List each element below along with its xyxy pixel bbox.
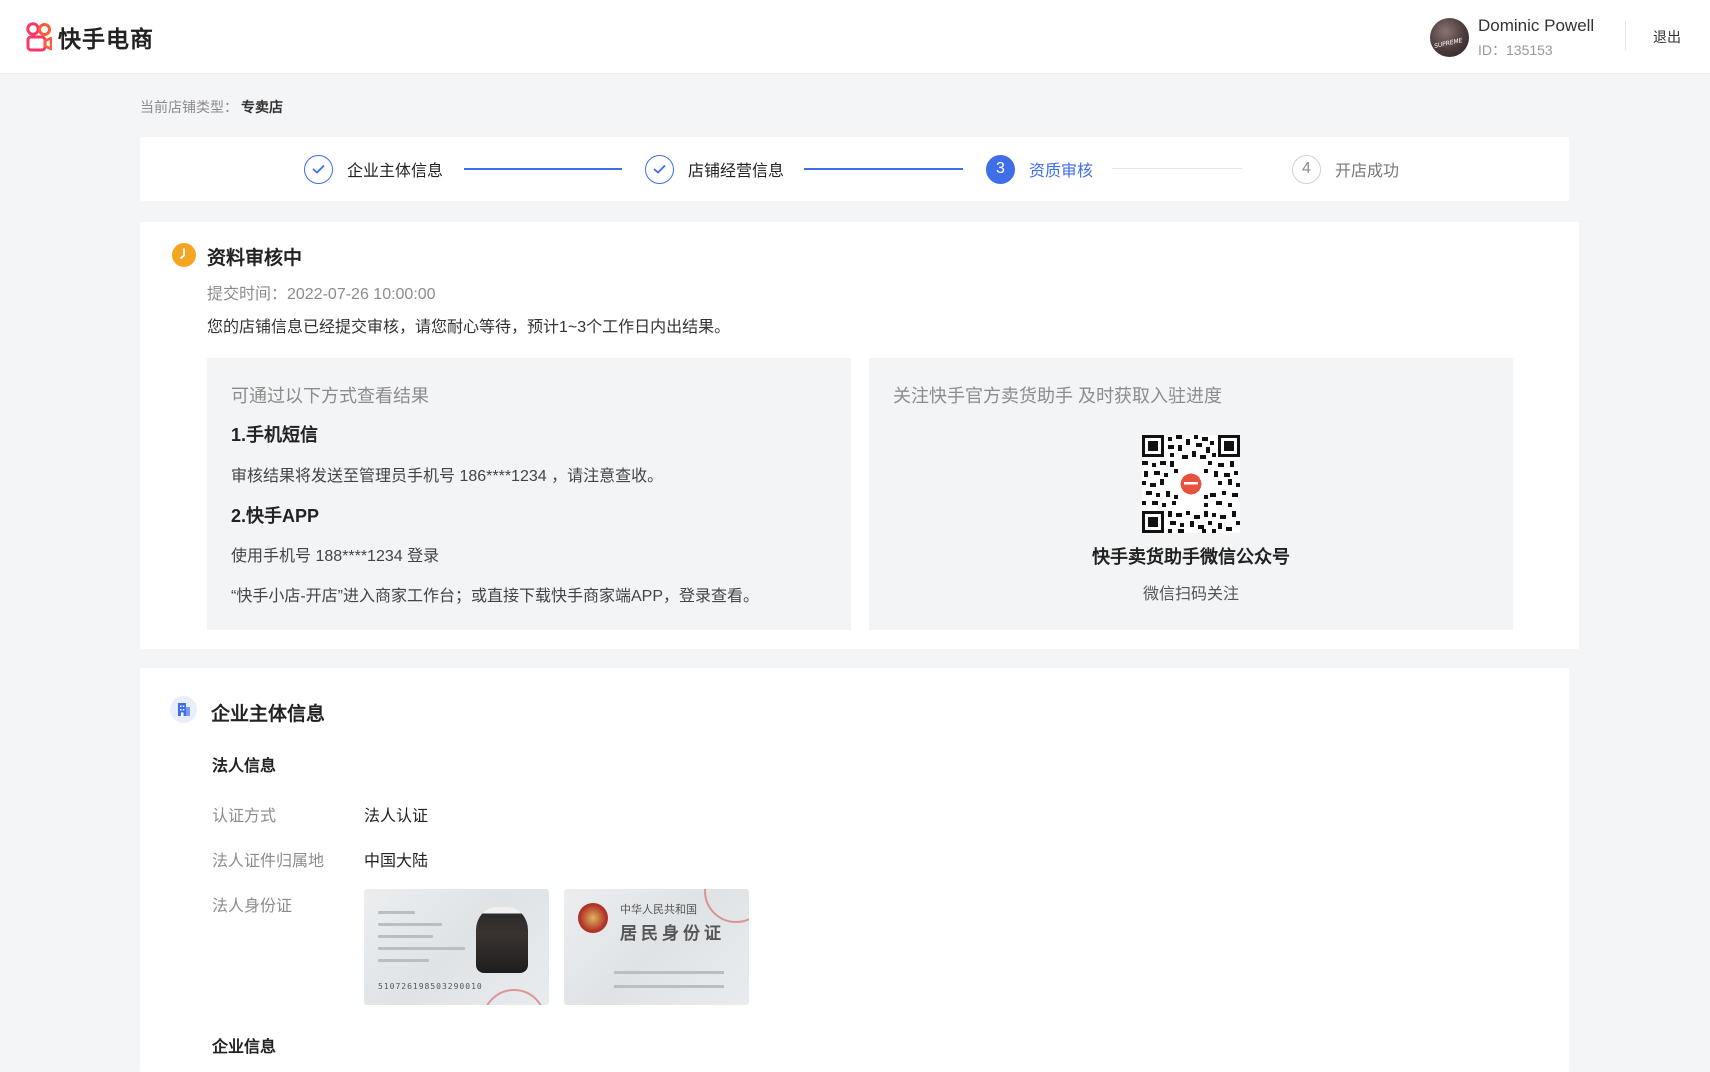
brand-logo[interactable]: 快手电商 xyxy=(26,20,154,54)
section-title: 企业主体信息 xyxy=(211,704,326,725)
qr-title: 快手卖货助手微信公众号 xyxy=(1092,547,1290,567)
id-card-front-image[interactable]: 510726198503290010 xyxy=(364,889,549,1005)
kuaishou-logo-icon xyxy=(26,21,52,51)
step-number: 3 xyxy=(986,154,1015,184)
id-card-text-line xyxy=(614,985,724,988)
step-connector xyxy=(1112,168,1242,169)
method-app-title: 2.快手APP xyxy=(231,506,320,526)
progress-steps: 企业主体信息 店铺经营信息 3 资质审核 4 开店成功 xyxy=(140,137,1569,201)
qr-code-icon[interactable] xyxy=(1142,435,1240,533)
id-card-photo xyxy=(476,907,528,973)
legal-person-title: 法人信息 xyxy=(212,758,277,775)
method-sms-title: 1.手机短信 xyxy=(231,425,319,445)
check-icon xyxy=(645,154,674,184)
shop-type: 当前店铺类型： 专卖店 xyxy=(140,97,283,117)
step-label: 店铺经营信息 xyxy=(688,163,785,180)
step-label: 开店成功 xyxy=(1335,163,1400,180)
method-app-text: “快手小店-开店”进入商家工作台；或直接下载快手商家端APP，登录查看。 xyxy=(231,588,760,605)
avatar-text: SUPREME xyxy=(1433,37,1464,50)
id-card-back-title: 中华人民共和国 xyxy=(620,904,697,916)
id-card-back-image[interactable]: 中华人民共和国 居民身份证 xyxy=(564,889,749,1005)
step-number: 4 xyxy=(1292,154,1321,184)
top-bar: 快手电商 SUPREME Dominic Powell ID：135153 退出 xyxy=(0,0,1710,74)
user-name: Dominic Powell xyxy=(1478,16,1595,35)
step-store-opened: 4 开店成功 xyxy=(1292,154,1399,184)
method-app-text: 使用手机号 188****1234 登录 xyxy=(231,548,440,565)
qr-subtitle: 微信扫码关注 xyxy=(1142,586,1239,603)
step-connector xyxy=(464,168,622,170)
brand-name: 快手电商 xyxy=(58,26,154,52)
method-sms-text: 审核结果将发送至管理员手机号 186****1234 ，请注意查收。 xyxy=(231,468,664,485)
check-icon xyxy=(304,154,333,184)
review-notice: 您的店铺信息已经提交审核，请您耐心等待，预计1~3个工作日内出结果。 xyxy=(207,319,731,336)
id-card-text-line xyxy=(614,971,724,974)
step-qualification-review: 3 资质审核 xyxy=(986,154,1093,184)
wechat-follow-panel: 关注快手官方卖货助手 及时获取入驻进度 快手卖货助手微信公众号 微信扫码关注 xyxy=(869,358,1513,630)
submit-time: 提交时间：2022-07-26 10:00:00 xyxy=(207,286,436,303)
id-card-number: 510726198503290010 xyxy=(378,982,483,991)
shop-type-label: 当前店铺类型： xyxy=(140,99,238,115)
id-region-value: 中国大陆 xyxy=(364,853,429,870)
enterprise-info-card: 企业主体信息 法人信息 认证方式 法人认证 法人证件归属地 中国大陆 法人身份证… xyxy=(140,668,1569,1072)
user-id: ID：135153 xyxy=(1478,42,1553,58)
step-enterprise-info: 企业主体信息 xyxy=(304,154,443,184)
step-store-info: 店铺经营信息 xyxy=(645,154,784,184)
user-profile[interactable]: SUPREME Dominic Powell ID：135153 xyxy=(1430,16,1600,58)
review-title: 资料审核中 xyxy=(207,248,303,269)
panel-subtitle: 可通过以下方式查看结果 xyxy=(231,386,429,406)
header-divider xyxy=(1625,21,1626,50)
id-card-back-heading: 居民身份证 xyxy=(620,924,725,943)
building-icon xyxy=(170,696,197,723)
step-label: 资质审核 xyxy=(1029,163,1094,180)
company-info-title: 企业信息 xyxy=(212,1039,277,1056)
watermark-stamp xyxy=(482,989,546,1005)
panel-subtitle: 关注快手官方卖货助手 及时获取入驻进度 xyxy=(893,386,1222,406)
auth-method-label: 认证方式 xyxy=(212,808,277,825)
id-card-label: 法人身份证 xyxy=(212,898,293,915)
id-card-text-lines xyxy=(378,911,470,971)
clock-icon xyxy=(172,243,196,267)
review-status-card: 资料审核中 提交时间：2022-07-26 10:00:00 您的店铺信息已经提… xyxy=(140,222,1579,649)
national-emblem-icon xyxy=(578,903,608,933)
auth-method-value: 法人认证 xyxy=(364,808,429,825)
id-region-label: 法人证件归属地 xyxy=(212,853,325,870)
step-label: 企业主体信息 xyxy=(347,163,444,180)
logout-button[interactable]: 退出 xyxy=(1653,27,1681,47)
result-methods-panel: 可通过以下方式查看结果 1.手机短信 审核结果将发送至管理员手机号 186***… xyxy=(207,358,851,630)
step-connector xyxy=(804,168,963,170)
shop-type-value: 专卖店 xyxy=(241,99,283,115)
watermark-stamp xyxy=(704,889,749,923)
avatar[interactable]: SUPREME xyxy=(1430,18,1469,57)
